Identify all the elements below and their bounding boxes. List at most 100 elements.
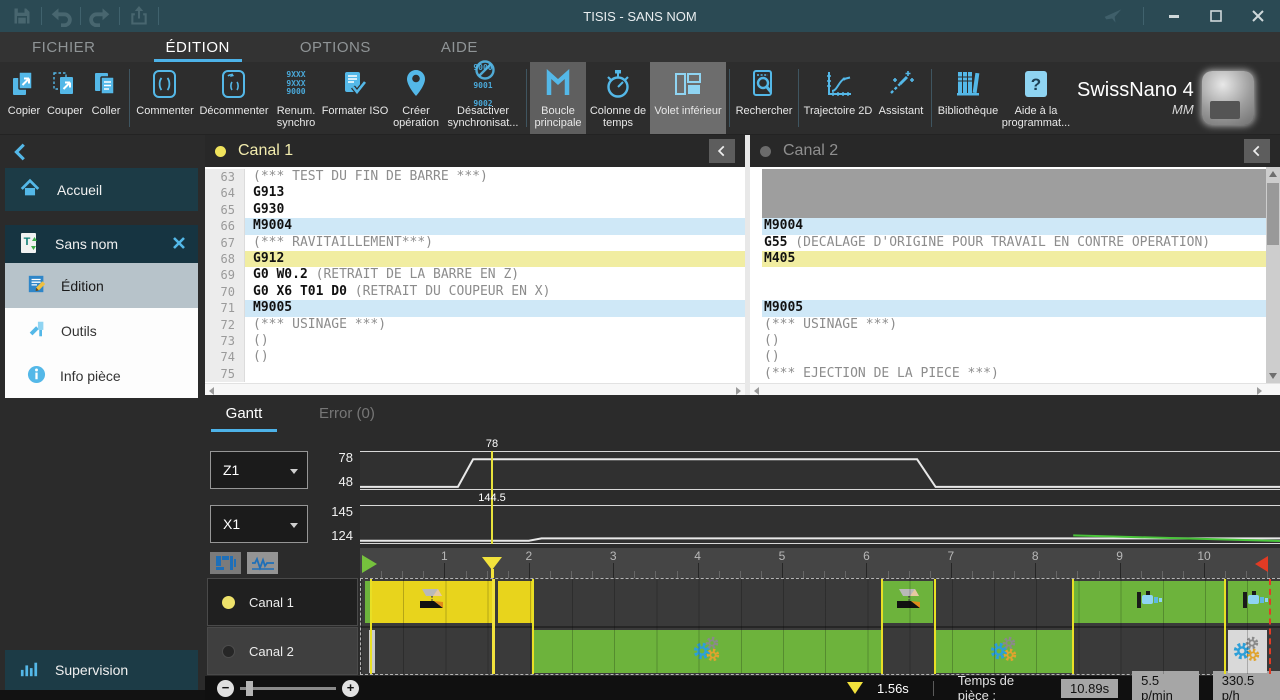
- channel-label-canal-1[interactable]: Canal 1: [207, 578, 358, 626]
- scroll-left-icon[interactable]: [209, 387, 214, 395]
- code-line[interactable]: 68G912: [205, 251, 745, 267]
- code-line[interactable]: M9005: [750, 300, 1280, 316]
- airplane-mode-icon[interactable]: [1101, 4, 1125, 28]
- code-line[interactable]: 67(*** RAVITAILLEMENT***): [205, 235, 745, 251]
- couper-button[interactable]: Couper: [44, 62, 86, 134]
- coller-button[interactable]: Coller: [86, 62, 126, 134]
- creer-operation-button[interactable]: Créer opération: [389, 62, 443, 134]
- code-line[interactable]: (*** EJECTION DE LA PIECE ***): [750, 366, 1280, 382]
- zoom-out-button[interactable]: −: [217, 680, 234, 697]
- trajectoire-2d-button[interactable]: Trajectoire 2D: [802, 62, 874, 134]
- gantt-bar[interactable]: [935, 630, 1073, 673]
- vertical-scrollbar[interactable]: [1266, 167, 1280, 383]
- code-area-canal-2[interactable]: M9004G55 (DECALAGE D'ORIGINE POUR TRAVAI…: [750, 167, 1280, 395]
- commenter-button[interactable]: Commenter: [133, 62, 197, 134]
- minimize-button[interactable]: [1162, 4, 1186, 28]
- gantt-bar[interactable]: [1228, 630, 1267, 673]
- gantt-bar[interactable]: [371, 581, 492, 623]
- horizontal-scrollbar[interactable]: [205, 383, 745, 395]
- channel-label-canal-2[interactable]: Canal 2: [207, 627, 358, 675]
- axis-chart-x1[interactable]: [360, 505, 1280, 544]
- code-line[interactable]: (): [750, 349, 1280, 365]
- assistant-button[interactable]: Assistant: [874, 62, 928, 134]
- save-icon[interactable]: [10, 4, 34, 28]
- code-line[interactable]: 71M9005: [205, 300, 745, 316]
- formater-iso-button[interactable]: Formater ISO: [321, 62, 389, 134]
- close-button[interactable]: [1246, 4, 1270, 28]
- zoom-slider-handle[interactable]: [246, 681, 253, 696]
- desactiver-synchronisation-button[interactable]: 900090019002 Désactiver synchronisat...: [443, 62, 523, 134]
- code-line[interactable]: 69G0 W0.2 (RETRAIT DE LA BARRE EN Z): [205, 267, 745, 283]
- gantt-cursor-line[interactable]: [492, 579, 495, 674]
- code-line[interactable]: (): [750, 333, 1280, 349]
- scroll-up-icon[interactable]: [1269, 171, 1277, 177]
- decommenter-button[interactable]: Décommenter: [197, 62, 271, 134]
- code-line[interactable]: [750, 185, 1280, 201]
- collapse-panel-button[interactable]: [1244, 139, 1270, 163]
- waveform-view-button[interactable]: [247, 552, 278, 574]
- sidebar-item-outils[interactable]: Outils: [5, 308, 198, 353]
- axis-selector-z1[interactable]: Z1: [210, 451, 308, 489]
- code-line[interactable]: 74(): [205, 349, 745, 365]
- zoom-in-button[interactable]: +: [342, 680, 359, 697]
- gantt-bar[interactable]: [882, 581, 934, 623]
- code-line[interactable]: 73(): [205, 333, 745, 349]
- scroll-left-icon[interactable]: [754, 387, 759, 395]
- axis-chart-z1[interactable]: [360, 451, 1280, 490]
- sidebar-item-info-piece[interactable]: Info pièce: [5, 353, 198, 398]
- code-area-canal-1[interactable]: 63(*** TEST DU FIN DE BARRE ***)64G91365…: [205, 167, 745, 395]
- code-line[interactable]: 64G913: [205, 185, 745, 201]
- scroll-right-icon[interactable]: [736, 387, 741, 395]
- tab-gantt[interactable]: Gantt: [211, 401, 277, 432]
- code-line[interactable]: G55 (DECALAGE D'ORIGINE POUR TRAVAIL EN …: [750, 235, 1280, 251]
- zoom-slider-track[interactable]: [240, 687, 336, 690]
- code-line[interactable]: [750, 284, 1280, 300]
- code-line[interactable]: 63(*** TEST DU FIN DE BARRE ***): [205, 169, 745, 185]
- gantt-bar[interactable]: [533, 630, 882, 673]
- close-document-icon[interactable]: [172, 236, 186, 253]
- axis-selector-x1[interactable]: X1: [210, 505, 308, 543]
- boucle-principale-button[interactable]: Boucle principale: [530, 62, 586, 134]
- menu-options[interactable]: OPTIONS: [288, 32, 383, 62]
- code-line[interactable]: (*** USINAGE ***): [750, 317, 1280, 333]
- scroll-down-icon[interactable]: [1269, 373, 1277, 379]
- volet-inferieur-button[interactable]: Volet inférieur: [650, 62, 726, 134]
- collapse-panel-button[interactable]: [709, 139, 735, 163]
- code-line[interactable]: 66M9004: [205, 218, 745, 234]
- sidebar-item-accueil[interactable]: Accueil: [5, 168, 198, 211]
- gantt-view-button[interactable]: [210, 552, 241, 574]
- colonne-de-temps-button[interactable]: Colonne de temps: [586, 62, 650, 134]
- timeline-ruler[interactable]: 12345678910: [360, 548, 1280, 578]
- menu-edition[interactable]: ÉDITION: [154, 32, 242, 62]
- export-icon[interactable]: [127, 4, 151, 28]
- scroll-right-icon[interactable]: [1257, 387, 1262, 395]
- code-line[interactable]: 70G0 X6 T01 D0 (RETRAIT DU COUPEUR EN X): [205, 284, 745, 300]
- code-line[interactable]: M9004: [750, 218, 1280, 234]
- aide-programmation-button[interactable]: ? Aide à la programmat...: [1001, 62, 1071, 134]
- end-marker-icon[interactable]: [1255, 556, 1268, 572]
- gantt-bar[interactable]: [1073, 581, 1226, 623]
- renum-synchro-button[interactable]: 9XXX9XXX9000 Renum. synchro: [271, 62, 321, 134]
- scrollbar-thumb[interactable]: [1267, 183, 1279, 245]
- code-line[interactable]: [750, 267, 1280, 283]
- rechercher-button[interactable]: Rechercher: [733, 62, 795, 134]
- sidebar-collapse-button[interactable]: [10, 139, 36, 165]
- code-line[interactable]: [750, 202, 1280, 218]
- undo-icon[interactable]: [49, 4, 73, 28]
- code-line[interactable]: 65G930: [205, 202, 745, 218]
- redo-icon[interactable]: [88, 4, 112, 28]
- menu-fichier[interactable]: FICHIER: [20, 32, 108, 62]
- sidebar-item-supervision[interactable]: Supervision: [5, 650, 198, 690]
- code-line[interactable]: [750, 169, 1280, 185]
- code-line[interactable]: 75: [205, 366, 745, 382]
- start-marker-icon[interactable]: [362, 555, 377, 573]
- copier-button[interactable]: Copier: [4, 62, 44, 134]
- code-line[interactable]: 72(*** USINAGE ***): [205, 317, 745, 333]
- maximize-button[interactable]: [1204, 4, 1228, 28]
- bibliotheque-button[interactable]: Bibliothèque: [935, 62, 1001, 134]
- gantt-bar[interactable]: [498, 581, 533, 623]
- horizontal-scrollbar[interactable]: [750, 383, 1280, 395]
- code-line[interactable]: M405: [750, 251, 1280, 267]
- tab-error[interactable]: Error (0): [309, 401, 385, 432]
- sidebar-item-edition[interactable]: Édition: [5, 263, 198, 308]
